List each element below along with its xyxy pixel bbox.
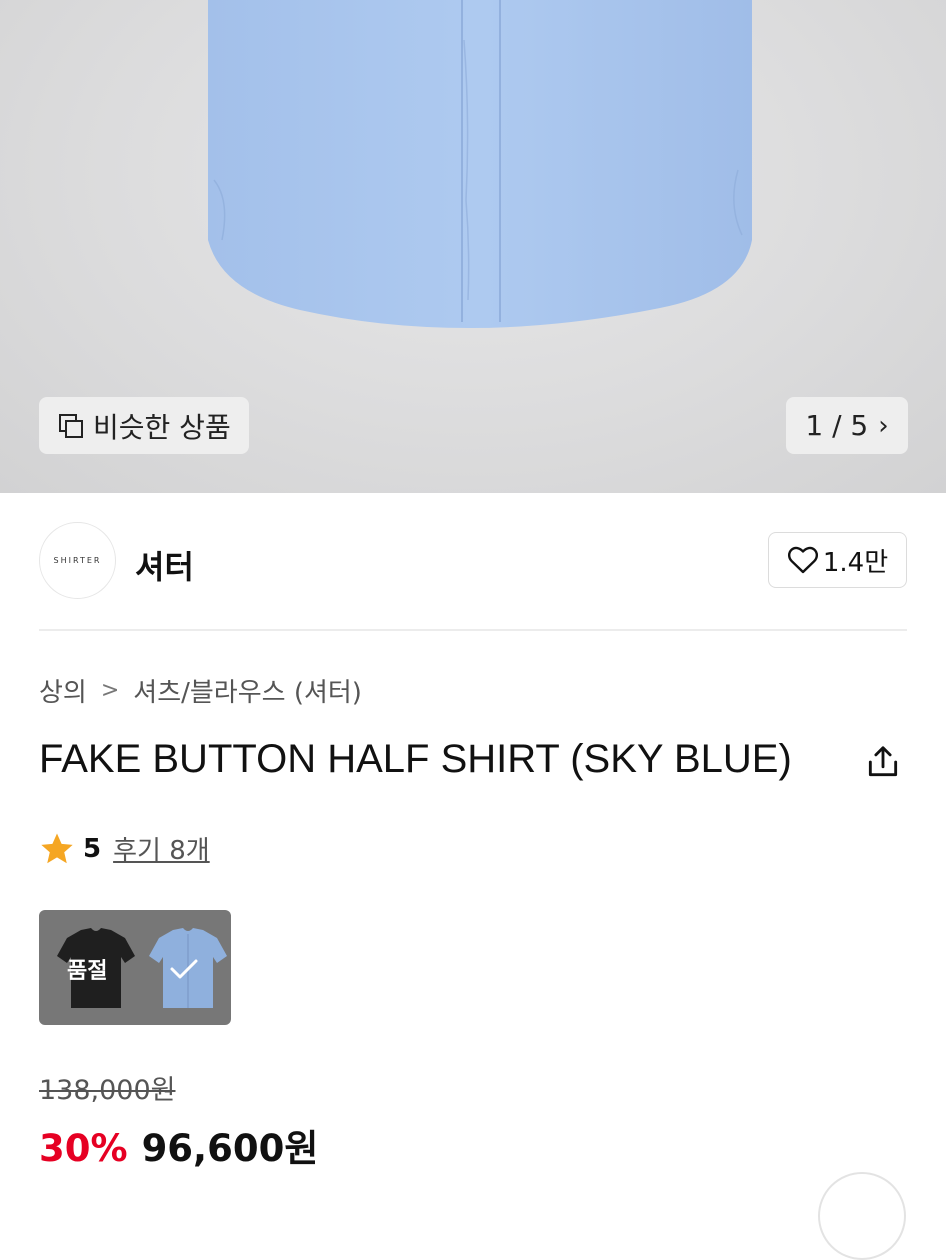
share-icon[interactable] [864,743,902,781]
discount-rate: 30% [39,1127,128,1170]
brand-logo-text: SHIRTER [53,556,102,565]
breadcrumb: 상의 > 셔츠/블라우스 (셔터) [39,672,362,709]
original-price: 138,000원 [39,1075,176,1106]
chevron-right-icon: > [100,678,120,703]
product-image-gallery[interactable]: 비슷한 상품 1 / 5 › [0,0,946,493]
similar-products-label: 비슷한 상품 [93,410,231,444]
image-counter: 1 / 5 [805,409,869,442]
divider [39,629,907,631]
rating: 5 후기 8개 [39,830,210,867]
floating-action-button[interactable] [818,1172,906,1260]
like-count: 1.4만 [822,547,889,578]
breadcrumb-category[interactable]: 상의 [39,672,87,709]
like-button[interactable]: 1.4만 [768,532,907,588]
price-row: 30% 96,600원 [39,1118,318,1172]
reviews-link[interactable]: 후기 8개 [113,830,210,867]
brand-row: SHIRTER 셔터 1.4만 [39,522,907,599]
brand-logo[interactable]: SHIRTER [39,522,116,599]
sale-price: 96,600원 [141,1127,319,1170]
heart-icon [787,546,818,574]
similar-icon [59,413,83,438]
rating-score: 5 [83,833,102,864]
chevron-right-icon: › [878,410,889,441]
sold-out-label: 품절 [67,959,108,984]
product-title: FAKE BUTTON HALF SHIRT (SKY BLUE) [39,737,792,781]
breadcrumb-subcategory[interactable]: 셔츠/블라우스 (셔터) [133,672,362,709]
image-counter-button[interactable]: 1 / 5 › [786,397,908,454]
star-icon [41,832,73,863]
brand-name[interactable]: 셔터 [135,542,194,588]
similar-products-button[interactable]: 비슷한 상품 [39,397,249,454]
color-options: 품절 [39,910,231,1025]
